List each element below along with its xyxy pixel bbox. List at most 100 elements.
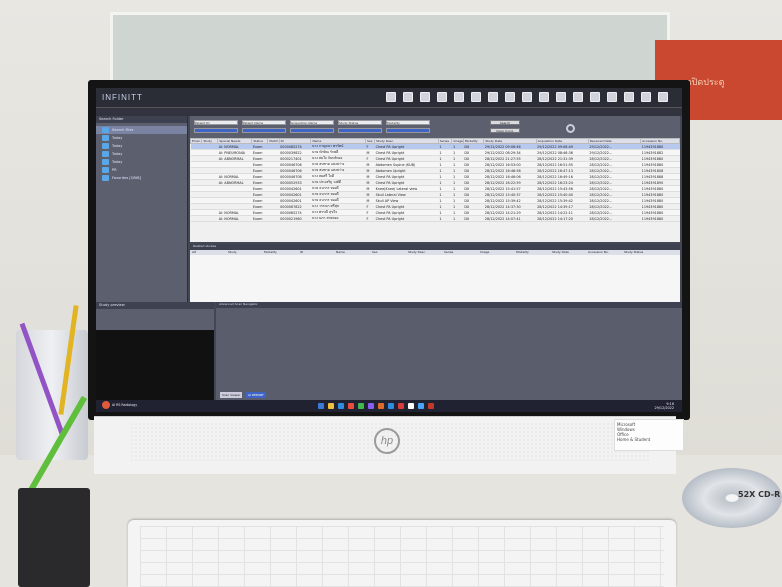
taskbar-app-icon[interactable] <box>328 403 334 409</box>
filter-field[interactable]: Acquisition Name <box>290 120 334 125</box>
table-cell: 1 <box>438 215 452 222</box>
scan-navigator-title: Advanced Scan Navigator <box>216 302 682 308</box>
related-studies-header: Alt Study Modality ID Name Sex Study Desc. Seri… <box>190 250 680 255</box>
toolbar-button-icon[interactable] <box>522 92 532 102</box>
search-filter-bar: Patient ID Patient Name Acquisition Name St… <box>190 116 680 138</box>
related-column-header[interactable]: ID <box>298 250 334 254</box>
toolbar-button-icon[interactable] <box>607 92 617 102</box>
monitor-stand <box>228 470 558 520</box>
tree-item-label: Today <box>112 152 123 156</box>
related-column-header[interactable]: Modality <box>514 250 550 254</box>
table-row[interactable]: AI: NORMAL Exam 0000021960 นาง นภา สายทอง F C… <box>190 215 680 222</box>
taskbar-app-icon[interactable] <box>378 403 384 409</box>
table-cell: Exam <box>251 215 268 222</box>
app-avatar-icon[interactable] <box>102 401 110 409</box>
filter-value-input[interactable] <box>338 128 382 133</box>
clear-button[interactable]: Clear Cond. <box>490 128 520 133</box>
tree-item-label: Today <box>112 144 123 148</box>
related-studies-panel: Related studies Alt Study Modality ID Name Se… <box>190 244 680 302</box>
toolbar-button-icon[interactable] <box>505 92 515 102</box>
tree-item[interactable]: PR <box>96 166 187 174</box>
related-column-header[interactable]: Accession No. <box>586 250 622 254</box>
toolbar-button-icon[interactable] <box>420 92 430 102</box>
taskbar-app-icon[interactable] <box>338 403 344 409</box>
column-header[interactable]: Image <box>451 138 464 144</box>
hp-logo-icon: hp <box>374 428 400 454</box>
taskbar-app-icon[interactable] <box>398 403 404 409</box>
table-cell <box>267 215 280 222</box>
search-icon[interactable] <box>566 124 575 133</box>
tree-item[interactable]: Today <box>96 150 187 158</box>
toolbar-button-icon[interactable] <box>403 92 413 102</box>
folder-icon <box>102 175 109 181</box>
related-column-header[interactable]: Name <box>334 250 370 254</box>
filter-field[interactable]: Patient Name <box>242 120 286 125</box>
folder-icon <box>102 143 109 149</box>
column-header[interactable]: Match <box>267 138 280 144</box>
toolbar-button-icon[interactable] <box>658 92 668 102</box>
office-sticker: Microsoft Windows Office Home & Student <box>614 419 684 451</box>
toolbar-button-icon[interactable] <box>539 92 549 102</box>
tree-item[interactable]: Today <box>96 134 187 142</box>
tree-item-label: Favorites [GRIB] <box>112 176 141 180</box>
related-column-header[interactable]: Image <box>478 250 514 254</box>
search-button[interactable]: Search <box>490 120 520 125</box>
related-column-header[interactable]: Study <box>226 250 262 254</box>
tree-item-label: Today <box>112 160 123 164</box>
cd-label: 52X CD-R <box>738 490 781 499</box>
toolbar-button-icon[interactable] <box>471 92 481 102</box>
filter-value-input[interactable] <box>194 128 238 133</box>
taskbar-app-icon[interactable] <box>388 403 394 409</box>
taskbar-app-icon[interactable] <box>348 403 354 409</box>
tab-ai-report[interactable]: AI REPORT <box>246 392 266 398</box>
folder-icon <box>102 151 109 157</box>
taskbar-app-icon[interactable] <box>368 403 374 409</box>
tree-item[interactable]: Favorites [GRIB] <box>96 174 187 182</box>
taskbar-app-icon[interactable] <box>358 403 364 409</box>
table-cell: DX <box>463 215 484 222</box>
tree-item[interactable]: Today <box>96 142 187 150</box>
toolbar-button-icon[interactable] <box>386 92 396 102</box>
related-column-header[interactable]: Modality <box>262 250 298 254</box>
related-column-header[interactable]: Alt <box>190 250 226 254</box>
app-toolbar: INFINITT <box>96 88 682 108</box>
filter-field[interactable]: Modality <box>386 120 430 125</box>
tree-item[interactable]: Search Files <box>96 126 187 134</box>
related-column-header[interactable]: Series <box>442 250 478 254</box>
table-cell: 28/12/2022... <box>588 215 641 222</box>
toolbar-button-icon[interactable] <box>641 92 651 102</box>
toolbar-button-icon[interactable] <box>573 92 583 102</box>
toolbar-button-icon[interactable] <box>454 92 464 102</box>
toolbar-button-icon[interactable] <box>437 92 447 102</box>
toolbar-button-icon[interactable] <box>624 92 634 102</box>
folder-icon <box>102 159 109 165</box>
related-column-header[interactable]: Study Date <box>550 250 586 254</box>
filter-field[interactable]: Patient ID <box>194 120 238 125</box>
worklist-panel: Patient ID Patient Name Acquisition Name St… <box>189 116 680 242</box>
taskbar-app-label: AI RS Radiology <box>112 403 138 407</box>
monitor-screen: INFINITT Search Folder Search Files Today… <box>96 88 682 412</box>
taskbar-app-icon[interactable] <box>428 403 434 409</box>
tab-scan-viewer[interactable]: Scan Viewer <box>220 392 243 398</box>
taskbar-app-icon[interactable] <box>418 403 424 409</box>
app-logo: INFINITT <box>102 93 143 102</box>
filter-value-input[interactable] <box>290 128 334 133</box>
filter-value-input[interactable] <box>386 128 430 133</box>
filter-field[interactable]: Study Status <box>338 120 382 125</box>
column-header[interactable]: Emer. <box>189 138 203 144</box>
toolbar-button-icon[interactable] <box>556 92 566 102</box>
taskbar-app-icon[interactable] <box>408 403 414 409</box>
taskbar-app-icon[interactable] <box>318 403 324 409</box>
toolbar-button-icon[interactable] <box>488 92 498 102</box>
study-preview-title: Study preview <box>96 302 214 309</box>
pacs-app: INFINITT Search Folder Search Files Today… <box>96 88 682 412</box>
toolbar-button-icon[interactable] <box>590 92 600 102</box>
filter-value-input[interactable] <box>242 128 286 133</box>
tree-item[interactable]: Today <box>96 158 187 166</box>
tree-item-label: Search Files <box>112 128 134 132</box>
related-column-header[interactable]: Study Status <box>622 250 658 254</box>
taskbar-clock[interactable]: 9:16 29/12/2022 <box>654 402 674 410</box>
related-column-header[interactable]: Sex <box>370 250 406 254</box>
table-cell: 1194391880 <box>640 215 680 222</box>
related-column-header[interactable]: Study Desc. <box>406 250 442 254</box>
